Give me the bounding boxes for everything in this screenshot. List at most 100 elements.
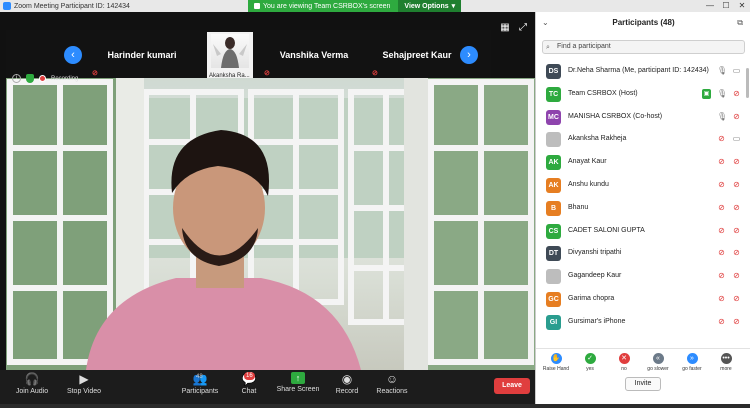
participant-status-icons: ⊘ ⊘ <box>717 248 741 258</box>
video-off-icon: ⊘ <box>733 88 740 98</box>
participant-row[interactable]: MC MANISHA CSRBOX (Co-host) 🎙 ⊘ <box>536 106 750 129</box>
chevron-down-icon: ▾ <box>451 3 456 10</box>
search-placeholder: Find a participant <box>557 43 611 50</box>
participant-name: MANISHA CSRBOX (Co-host) <box>568 112 663 120</box>
participant-row[interactable]: GI Gursimar's iPhone ⊘ ⊘ <box>536 311 750 334</box>
participant-list-scrollbar[interactable] <box>746 68 749 98</box>
window-controls: — ☐ ✕ <box>702 0 750 12</box>
info-icon[interactable]: i <box>12 74 21 83</box>
participant-row[interactable]: CS CADET SALONI GUPTA ⊘ ⊘ <box>536 220 750 243</box>
mic-muted-icon: ⊘ <box>718 134 725 144</box>
video-off-icon: ⊘ <box>733 316 740 326</box>
participant-name: Akanksha Rakheja <box>568 135 627 143</box>
mic-muted-icon: ⊘ <box>718 316 725 326</box>
participants-panel: ⌄ Participants (48) ⧉ ⌕ Find a participa… <box>535 12 750 404</box>
participant-name: Divyanshi tripathi <box>568 249 622 257</box>
view-options-label: View Options <box>404 2 449 10</box>
participant-search-input[interactable]: ⌕ Find a participant <box>542 40 745 54</box>
participant-row[interactable]: AK Anshu kundu ⊘ ⊘ <box>536 174 750 197</box>
video-tile[interactable]: Sehajpreet Kaur ⊘ <box>368 30 466 80</box>
security-shield-icon[interactable] <box>26 74 34 83</box>
stop-video-button[interactable]: ▶ Stop Video <box>62 372 106 402</box>
video-tile[interactable]: Harinder kumari ⊘ <box>88 30 196 80</box>
record-button[interactable]: ◉ Record <box>332 372 362 402</box>
feedback-label: go faster <box>682 366 702 372</box>
invite-button[interactable]: Invite <box>625 377 661 391</box>
minimize-icon[interactable]: — <box>702 0 718 12</box>
reactions-button[interactable]: ☺ Reactions <box>374 372 410 402</box>
participant-row[interactable]: AK Anayat Kaur ⊘ ⊘ <box>536 151 750 174</box>
participants-button[interactable]: 👥 48 Participants <box>178 372 222 402</box>
collapse-panel-icon[interactable]: ⌄ <box>542 12 549 34</box>
participant-status-icons: ⊘ ⊘ <box>717 317 741 327</box>
viewing-text: You are viewing Team CSRBOX's screen <box>263 2 391 10</box>
participant-name: Team CSRBOX (Host) <box>568 89 638 97</box>
strip-next-button[interactable]: › <box>460 46 478 64</box>
chat-button[interactable]: 💬 16 Chat <box>234 372 264 402</box>
avatar <box>546 132 561 148</box>
video-off-icon: ⊘ <box>733 225 740 235</box>
feedback-raise-hand-button[interactable]: ✋ Raise Hand <box>540 353 572 372</box>
mic-muted-icon: ⊘ <box>718 271 725 281</box>
participant-row[interactable]: TC Team CSRBOX (Host) ▣ 🎙 ⊘ <box>536 83 750 106</box>
participant-name: Dr.Neha Sharma (Me, participant ID: 1424… <box>568 67 709 74</box>
share-screen-button[interactable]: ↑ Share Screen <box>276 372 320 402</box>
chat-label: Chat <box>241 388 257 395</box>
avatar: AK <box>546 155 561 171</box>
feedback-label: Raise Hand <box>542 366 570 372</box>
mic-icon: 🎙 <box>717 66 728 75</box>
feedback-icon: ✋ <box>550 353 562 364</box>
strip-prev-button[interactable]: ‹ <box>64 46 82 64</box>
feedback-no-button[interactable]: ✕ no <box>608 353 640 372</box>
participant-status-icons: ⊘ ▭ <box>717 134 741 144</box>
participant-row[interactable]: GC Garima chopra ⊘ ⊘ <box>536 288 750 311</box>
feedback-label: yes <box>586 366 594 372</box>
popout-icon[interactable]: ⧉ <box>737 12 743 34</box>
video-off-icon: ⊘ <box>733 111 740 121</box>
viewing-indicator: You are viewing Team CSRBOX's screen <box>248 0 399 12</box>
participant-row[interactable]: DS Dr.Neha Sharma (Me, participant ID: 14… <box>536 60 750 83</box>
leave-button[interactable]: Leave <box>494 378 530 394</box>
avatar: B <box>546 200 561 216</box>
share-screen-label: Share Screen <box>276 386 320 393</box>
join-audio-button[interactable]: 🎧 Join Audio <box>12 372 52 402</box>
participant-row[interactable]: DT Divyanshi tripathi ⊘ ⊘ <box>536 242 750 265</box>
window-title: Zoom Meeting Participant ID: 142434 <box>14 2 130 10</box>
record-icon: ◉ <box>341 372 353 386</box>
video-tile[interactable]: Vanshika Verma ⊘ <box>260 30 368 80</box>
feedback-icon: ••• <box>720 353 732 364</box>
search-icon: ⌕ <box>546 44 550 51</box>
close-icon[interactable]: ✕ <box>734 0 750 12</box>
video-tile-active[interactable]: Akanksha Ra... <box>207 32 253 80</box>
reactions-label: Reactions <box>376 388 408 395</box>
gallery-view-icon[interactable]: ▦ <box>499 22 511 34</box>
mic-muted-icon: ⊘ <box>718 225 725 235</box>
zoom-window: Zoom Meeting Participant ID: 142434 — ☐ … <box>0 0 750 408</box>
profile-picture <box>211 34 249 68</box>
feedback-more-button[interactable]: ••• more <box>710 353 742 372</box>
shared-video-feed <box>6 78 535 370</box>
feedback-icon: » <box>686 353 698 364</box>
feedback-go-slower-button[interactable]: « go slower <box>642 353 674 372</box>
tile-name: Vanshika Verma <box>279 50 349 60</box>
stop-video-label: Stop Video <box>66 388 102 395</box>
screen-share-banner: You are viewing Team CSRBOX's screen Vie… <box>248 0 462 12</box>
video-off-icon: ⊘ <box>733 271 740 281</box>
mic-muted-icon: ⊘ <box>718 293 725 303</box>
meeting-toolbar: 🎧 Join Audio ▶ Stop Video 👥 48 Participa… <box>0 370 535 404</box>
participant-row[interactable]: B Bhanu ⊘ ⊘ <box>536 197 750 220</box>
chat-unread-badge: 16 <box>244 372 255 380</box>
feedback-yes-button[interactable]: ✓ yes <box>574 353 606 372</box>
view-options-button[interactable]: View Options ▾ <box>398 0 462 12</box>
participant-row[interactable]: Gagandeep Kaur ⊘ ⊘ <box>536 265 750 288</box>
participant-name: Bhanu <box>568 203 589 211</box>
participant-row[interactable]: Akanksha Rakheja ⊘ ▭ <box>536 128 750 151</box>
participant-name: Anshu kundu <box>568 180 609 188</box>
avatar: DS <box>546 64 561 79</box>
mic-muted-icon: ⊘ <box>92 70 98 77</box>
participant-status-icons: 🎙 ▭ <box>717 66 741 76</box>
feedback-go-faster-button[interactable]: » go faster <box>676 353 708 372</box>
fullscreen-icon[interactable]: ⤢ <box>517 22 529 34</box>
maximize-icon[interactable]: ☐ <box>718 0 734 12</box>
participant-status-icons: 🎙 ⊘ <box>717 112 741 122</box>
